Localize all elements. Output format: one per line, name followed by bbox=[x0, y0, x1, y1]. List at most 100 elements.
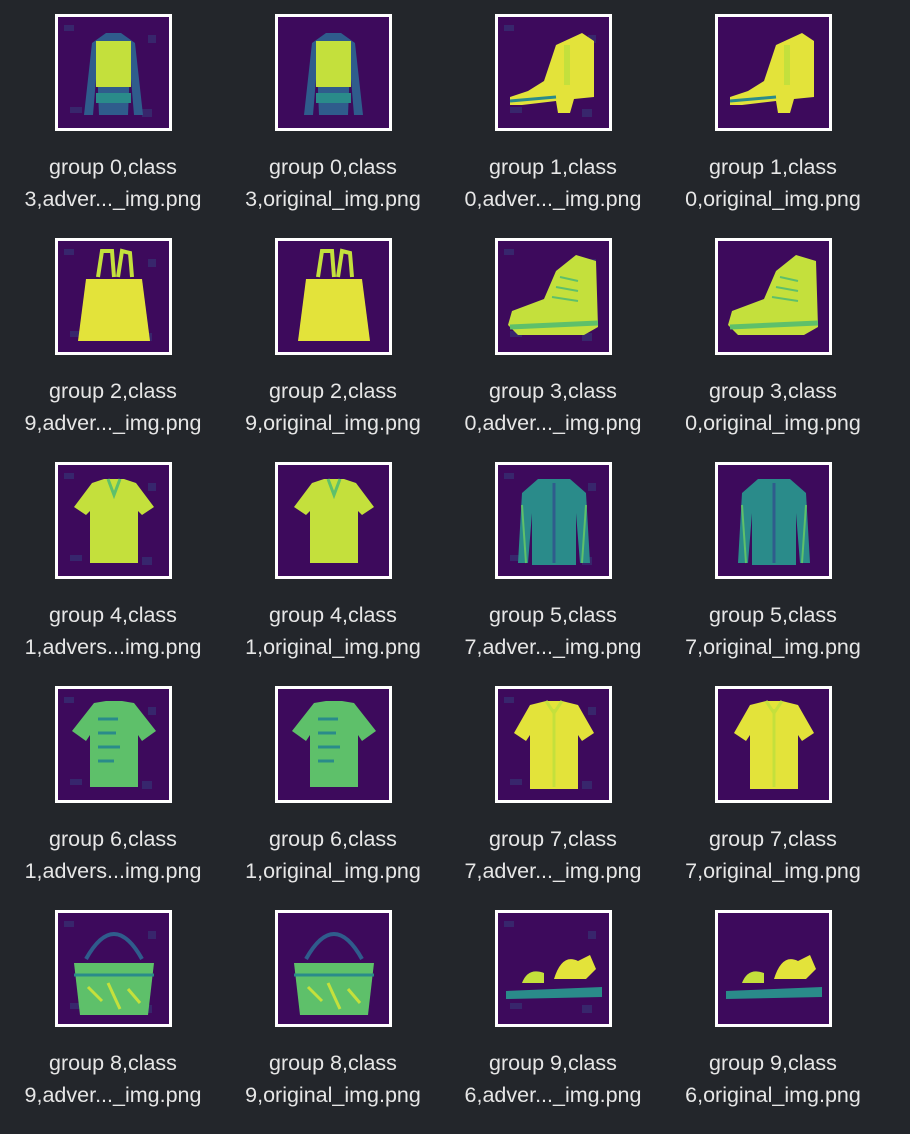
t-shirt-thumbnail-icon bbox=[277, 689, 389, 800]
file-name: group 0,class 3,original_img.png bbox=[223, 151, 443, 215]
file-name-line-2: 9,original_img.png bbox=[245, 411, 421, 435]
pullover-thumbnail-icon bbox=[277, 17, 389, 128]
file-name: group 4,class 1,advers...img.png bbox=[3, 599, 223, 663]
tote-bag-thumbnail-icon bbox=[57, 241, 169, 352]
sneaker-boot-thumbnail-icon bbox=[497, 241, 609, 352]
file-name-line-1: group 0,class bbox=[269, 155, 397, 179]
ankle-boot-thumbnail-icon bbox=[717, 17, 829, 128]
image-thumbnail[interactable] bbox=[714, 238, 832, 355]
file-item[interactable]: group 9,class 6,original_img.png bbox=[663, 910, 883, 1134]
file-item[interactable]: group 2,class 9,original_img.png bbox=[223, 238, 443, 462]
handbag-thumbnail-icon bbox=[57, 913, 169, 1024]
file-item[interactable]: group 7,class 7,original_img.png bbox=[663, 686, 883, 910]
long-sleeve-shirt-thumbnail-icon bbox=[717, 465, 829, 576]
polo-shirt-thumbnail-icon bbox=[277, 465, 389, 576]
file-item[interactable]: group 1,class 0,adver..._img.png bbox=[443, 14, 663, 238]
file-name: group 7,class 7,original_img.png bbox=[663, 823, 883, 887]
file-name-line-1: group 9,class bbox=[489, 1051, 617, 1075]
polo-shirt-thumbnail-icon bbox=[57, 465, 169, 576]
image-thumbnail[interactable] bbox=[274, 462, 392, 579]
file-name: group 2,class 9,adver..._img.png bbox=[3, 375, 223, 439]
image-thumbnail[interactable] bbox=[494, 686, 612, 803]
image-thumbnail[interactable] bbox=[494, 462, 612, 579]
file-name: group 5,class 7,original_img.png bbox=[663, 599, 883, 663]
image-thumbnail[interactable] bbox=[714, 462, 832, 579]
image-thumbnail[interactable] bbox=[494, 14, 612, 131]
file-name-line-2: 3,adver..._img.png bbox=[24, 187, 202, 211]
file-name-line-1: group 4,class bbox=[49, 603, 177, 627]
sandal-thumbnail-icon bbox=[497, 913, 609, 1024]
file-item[interactable]: group 3,class 0,adver..._img.png bbox=[443, 238, 663, 462]
file-item[interactable]: group 8,class 9,original_img.png bbox=[223, 910, 443, 1134]
image-thumbnail[interactable] bbox=[494, 910, 612, 1027]
file-name-line-2: 7,original_img.png bbox=[685, 859, 861, 883]
file-item[interactable]: group 3,class 0,original_img.png bbox=[663, 238, 883, 462]
file-name-line-1: group 4,class bbox=[269, 603, 397, 627]
file-name-line-1: group 1,class bbox=[489, 155, 617, 179]
file-name: group 0,class 3,adver..._img.png bbox=[3, 151, 223, 215]
image-thumbnail[interactable] bbox=[274, 238, 392, 355]
sandal-thumbnail-icon bbox=[717, 913, 829, 1024]
file-name-line-2: 0,original_img.png bbox=[685, 411, 861, 435]
file-name-line-2: 3,original_img.png bbox=[245, 187, 421, 211]
file-name-line-2: 0,adver..._img.png bbox=[464, 411, 642, 435]
file-item[interactable]: group 4,class 1,advers...img.png bbox=[3, 462, 223, 686]
file-grid: group 0,class 3,adver..._img.png group 0,… bbox=[3, 14, 883, 1134]
file-item[interactable]: group 8,class 9,adver..._img.png bbox=[3, 910, 223, 1134]
image-thumbnail[interactable] bbox=[54, 462, 172, 579]
file-item[interactable]: group 5,class 7,adver..._img.png bbox=[443, 462, 663, 686]
image-thumbnail[interactable] bbox=[54, 14, 172, 131]
file-name-line-1: group 5,class bbox=[709, 603, 837, 627]
file-name-line-2: 1,original_img.png bbox=[245, 635, 421, 659]
file-item[interactable]: group 1,class 0,original_img.png bbox=[663, 14, 883, 238]
image-thumbnail[interactable] bbox=[274, 910, 392, 1027]
file-name: group 2,class 9,original_img.png bbox=[223, 375, 443, 439]
file-name-line-2: 1,advers...img.png bbox=[24, 635, 202, 659]
file-name-line-1: group 5,class bbox=[489, 603, 617, 627]
file-name-line-2: 9,original_img.png bbox=[245, 1083, 421, 1107]
handbag-thumbnail-icon bbox=[277, 913, 389, 1024]
tote-bag-thumbnail-icon bbox=[277, 241, 389, 352]
file-name-line-1: group 3,class bbox=[489, 379, 617, 403]
file-name-line-2: 0,original_img.png bbox=[685, 187, 861, 211]
image-thumbnail[interactable] bbox=[714, 910, 832, 1027]
file-name: group 8,class 9,original_img.png bbox=[223, 1047, 443, 1111]
file-name-line-1: group 8,class bbox=[269, 1051, 397, 1075]
file-name-line-2: 1,original_img.png bbox=[245, 859, 421, 883]
image-thumbnail[interactable] bbox=[54, 910, 172, 1027]
file-item[interactable]: group 6,class 1,advers...img.png bbox=[3, 686, 223, 910]
file-item[interactable]: group 9,class 6,adver..._img.png bbox=[443, 910, 663, 1134]
file-name-line-2: 9,adver..._img.png bbox=[24, 411, 202, 435]
file-name-line-2: 7,original_img.png bbox=[685, 635, 861, 659]
file-name: group 4,class 1,original_img.png bbox=[223, 599, 443, 663]
file-name-line-1: group 8,class bbox=[49, 1051, 177, 1075]
t-shirt-thumbnail-icon bbox=[57, 689, 169, 800]
file-name: group 7,class 7,adver..._img.png bbox=[443, 823, 663, 887]
file-item[interactable]: group 4,class 1,original_img.png bbox=[223, 462, 443, 686]
file-name-line-1: group 1,class bbox=[709, 155, 837, 179]
image-thumbnail[interactable] bbox=[274, 686, 392, 803]
image-thumbnail[interactable] bbox=[714, 14, 832, 131]
file-item[interactable]: group 0,class 3,original_img.png bbox=[223, 14, 443, 238]
image-thumbnail[interactable] bbox=[54, 686, 172, 803]
file-name-line-1: group 3,class bbox=[709, 379, 837, 403]
image-thumbnail[interactable] bbox=[714, 686, 832, 803]
file-name-line-1: group 6,class bbox=[49, 827, 177, 851]
file-name-line-1: group 6,class bbox=[269, 827, 397, 851]
image-thumbnail[interactable] bbox=[54, 238, 172, 355]
file-name: group 9,class 6,original_img.png bbox=[663, 1047, 883, 1111]
sneaker-boot-thumbnail-icon bbox=[717, 241, 829, 352]
image-thumbnail[interactable] bbox=[274, 14, 392, 131]
file-item[interactable]: group 5,class 7,original_img.png bbox=[663, 462, 883, 686]
file-name-line-1: group 2,class bbox=[269, 379, 397, 403]
file-name-line-2: 9,adver..._img.png bbox=[24, 1083, 202, 1107]
long-sleeve-shirt-thumbnail-icon bbox=[497, 465, 609, 576]
file-item[interactable]: group 0,class 3,adver..._img.png bbox=[3, 14, 223, 238]
file-item[interactable]: group 7,class 7,adver..._img.png bbox=[443, 686, 663, 910]
file-item[interactable]: group 2,class 9,adver..._img.png bbox=[3, 238, 223, 462]
file-item[interactable]: group 6,class 1,original_img.png bbox=[223, 686, 443, 910]
file-name: group 1,class 0,original_img.png bbox=[663, 151, 883, 215]
file-name-line-1: group 0,class bbox=[49, 155, 177, 179]
pullover-thumbnail-icon bbox=[57, 17, 169, 128]
image-thumbnail[interactable] bbox=[494, 238, 612, 355]
